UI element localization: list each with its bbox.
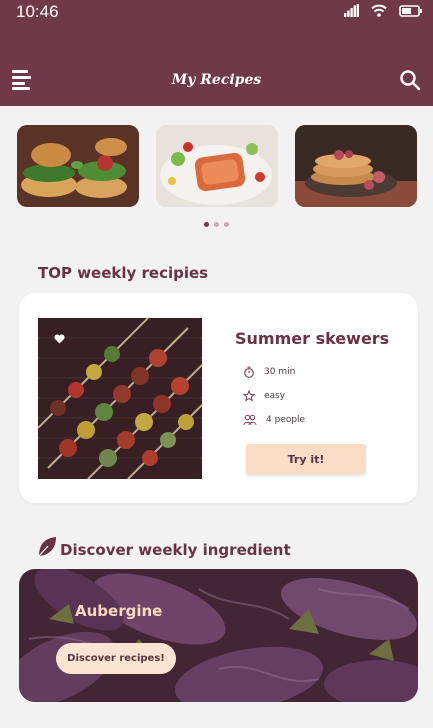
ingredient-name: Aubergine bbox=[75, 602, 163, 620]
pancakes-image[interactable] bbox=[295, 125, 417, 207]
recipe-difficulty-text: easy bbox=[264, 391, 286, 401]
star-icon bbox=[243, 390, 255, 402]
recipe-card[interactable]: Summer skewers 30 min easy 4 people Try … bbox=[19, 293, 418, 503]
recipe-servings-text: 4 people bbox=[266, 415, 306, 425]
recipe-name: Summer skewers bbox=[235, 329, 390, 348]
recipe-difficulty: easy bbox=[243, 390, 285, 402]
app-bar: 10:46 My Recipes bbox=[0, 0, 433, 106]
ingredient-card[interactable]: Aubergine Discover recipes! bbox=[19, 569, 418, 702]
signal-icon bbox=[344, 4, 359, 17]
leaf-icon bbox=[38, 537, 56, 557]
favorite-icon[interactable] bbox=[54, 334, 65, 344]
timer-icon bbox=[244, 366, 254, 378]
page-dot[interactable] bbox=[224, 222, 229, 227]
carousel-pagination bbox=[0, 222, 433, 227]
page-dot-active[interactable] bbox=[204, 222, 209, 227]
status-icons bbox=[344, 4, 423, 17]
skewers-image bbox=[38, 318, 202, 479]
burger-image[interactable] bbox=[17, 125, 139, 207]
status-time: 10:46 bbox=[16, 2, 59, 21]
page-title: My Recipes bbox=[171, 72, 262, 88]
aubergine-image bbox=[19, 569, 418, 702]
recipe-servings: 4 people bbox=[243, 414, 305, 426]
top-weekly-title: TOP weekly recipies bbox=[38, 264, 209, 282]
page-dot[interactable] bbox=[214, 222, 219, 227]
recipe-time-text: 30 min bbox=[264, 367, 296, 377]
discover-ingredient-title: Discover weekly ingredient bbox=[60, 541, 291, 559]
discover-recipes-button[interactable]: Discover recipes! bbox=[56, 643, 176, 674]
salmon-image[interactable] bbox=[156, 125, 278, 207]
wifi-icon bbox=[371, 4, 387, 17]
recipe-carousel bbox=[17, 125, 417, 209]
search-icon[interactable] bbox=[399, 69, 421, 91]
battery-icon bbox=[399, 4, 422, 17]
try-it-button[interactable]: Try it! bbox=[246, 444, 366, 474]
recipe-time: 30 min bbox=[243, 366, 295, 378]
people-icon bbox=[243, 414, 257, 426]
